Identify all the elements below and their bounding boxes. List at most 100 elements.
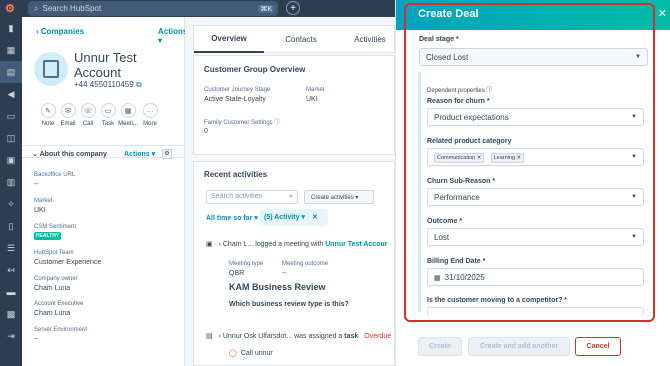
bookmark-icon[interactable]: ▮: [0, 17, 22, 39]
quick-action-note[interactable]: ✎ Note: [38, 103, 58, 127]
deal-stage-label: Deal stage *: [419, 36, 459, 43]
gear-icon[interactable]: ⚙: [162, 149, 172, 159]
grid-icon[interactable]: ▦: [0, 39, 22, 61]
churn-reason-select[interactable]: Product expectations ▼: [427, 108, 644, 126]
family-settings-label: Family Customer Settings ⓘ: [204, 120, 281, 126]
quick-action-email[interactable]: ✉ Email: [58, 103, 78, 127]
about-section-header[interactable]: ⌄ About this company Actions ▾ ⚙: [22, 145, 184, 159]
chevron-down-icon: ▼: [631, 194, 637, 200]
prop-label: Account Executive: [34, 301, 84, 307]
reports-icon[interactable]: ▥: [0, 171, 22, 193]
search-icon: ⌕: [289, 193, 293, 200]
hubspot-logo-icon[interactable]: ⚙: [5, 2, 15, 15]
category-tag[interactable]: Learning ✕: [490, 153, 525, 163]
about-section-title: ⌄ About this company: [32, 151, 107, 158]
record-actions-button[interactable]: Actions ▾: [158, 27, 187, 45]
market-label: Market: [306, 87, 325, 93]
competitor-select[interactable]: [427, 307, 644, 316]
task-icon: ▭: [100, 103, 116, 118]
more-icon: …: [142, 103, 158, 118]
prop-value[interactable]: Customer Experience: [34, 259, 101, 266]
prop-value[interactable]: Cham Luna: [34, 285, 70, 292]
prop-value[interactable]: Cham Luna: [34, 310, 70, 317]
recent-activities-card: Recent activities Search activities ⌕ Cr…: [193, 161, 395, 366]
create-activities-button[interactable]: Create activities ▾: [304, 190, 374, 204]
churn-subreason-label: Churn Sub-Reason *: [427, 178, 496, 185]
checkbox-circle-icon[interactable]: ◯: [229, 350, 237, 357]
quick-action-task[interactable]: ▭ Task: [98, 103, 118, 127]
time-filter[interactable]: All time so far ▾: [206, 214, 258, 222]
chevron-right-icon[interactable]: ›: [219, 333, 221, 340]
meeting-type-value[interactable]: QBR: [229, 270, 244, 277]
create-and-add-another-button[interactable]: Create and add another: [468, 337, 570, 356]
expand-icon[interactable]: ⇥: [0, 325, 22, 347]
task-icon: ▤: [206, 333, 213, 340]
help-icon[interactable]: ▬: [0, 281, 22, 303]
marketplace-icon[interactable]: ▩: [0, 303, 22, 325]
megaphone-icon[interactable]: ◀: [0, 83, 22, 105]
quick-action-meeting[interactable]: ▦ Meeti...: [118, 103, 138, 127]
back-to-companies-link[interactable]: ‹ Companies: [36, 27, 84, 36]
quick-action-more[interactable]: … More: [140, 103, 160, 127]
create-new-icon[interactable]: +: [286, 1, 300, 15]
create-button[interactable]: Create: [418, 337, 462, 356]
churn-subreason-select[interactable]: Performance ▼: [427, 188, 644, 206]
product-category-select[interactable]: Communication ✕ Learning ✕ ▼: [427, 148, 644, 166]
task-title[interactable]: ◯ Call unnur: [229, 349, 273, 357]
tab-contacts[interactable]: Contacts: [266, 26, 336, 53]
about-actions-button[interactable]: Actions ▾: [124, 150, 155, 158]
cancel-button[interactable]: Cancel: [575, 337, 621, 356]
collapse-icon[interactable]: ↤: [0, 259, 22, 281]
chevron-right-icon[interactable]: ›: [219, 241, 221, 248]
info-icon[interactable]: ⓘ: [274, 120, 280, 126]
record-tabs: Overview Contacts Activities: [193, 25, 395, 53]
library-icon[interactable]: ▯: [0, 215, 22, 237]
global-search-input[interactable]: ⌕ Search HubSpot ⌘K: [28, 1, 278, 16]
phone-icon: ☏: [80, 103, 96, 118]
customer-group-overview-card: Customer Group Overview Customer Journey…: [193, 55, 395, 155]
meeting-outcome-value[interactable]: --: [282, 270, 287, 277]
company-name[interactable]: Unnur Test Account: [74, 50, 174, 80]
category-tag[interactable]: Communication ✕: [434, 153, 485, 163]
card-title: Recent activities: [204, 170, 268, 179]
prop-value[interactable]: UKI: [34, 207, 46, 214]
search-placeholder: Search HubSpot: [42, 4, 102, 13]
meeting-question: Which business review type is this?: [229, 301, 349, 308]
churn-reason-label: Reason for churn *: [427, 98, 490, 105]
activity-item-task[interactable]: ▤ › Unnur Osk Ulfarsdot... was assigned …: [206, 332, 396, 340]
product-category-label: Related product category: [427, 138, 512, 145]
copy-icon[interactable]: ⧉: [136, 80, 142, 89]
settings-icon[interactable]: ☰: [0, 237, 22, 259]
info-icon[interactable]: ⓘ: [486, 88, 492, 94]
note-icon: ✎: [40, 103, 56, 118]
contacts-icon[interactable]: ▤: [0, 61, 22, 83]
close-icon[interactable]: ✕: [658, 7, 667, 20]
deal-stage-select[interactable]: Closed Lost ▼: [419, 48, 648, 66]
billing-end-date-input[interactable]: ▦ 31/10/2025: [427, 268, 644, 286]
family-settings-value[interactable]: 0: [204, 128, 208, 135]
company-phone[interactable]: +44 4550110459 ⧉: [74, 80, 142, 90]
sidebar-nav: ▮ ▦ ▤ ◀ ▭ ◫ ▣ ▥ ✧ ▯ ☰ ↤ ▬ ▩ ⇥: [0, 17, 22, 366]
chevron-down-icon: ▼: [631, 154, 637, 160]
activity-item-meeting[interactable]: ▣ › Cham L... logged a meeting with Unnu…: [206, 240, 396, 248]
commerce-icon[interactable]: ▣: [0, 149, 22, 171]
close-icon[interactable]: ✕: [312, 214, 318, 221]
tab-activities[interactable]: Activities: [340, 26, 400, 53]
record-main: Overview Contacts Activities Customer Gr…: [185, 17, 395, 366]
status-badge[interactable]: HEALTHY: [34, 232, 62, 240]
outcome-select[interactable]: Lost ▼: [427, 228, 644, 246]
database-icon[interactable]: ◫: [0, 127, 22, 149]
company-avatar: [34, 52, 68, 86]
tab-overview[interactable]: Overview: [194, 26, 264, 53]
journey-stage-value[interactable]: Active State-Loyalty: [204, 96, 266, 103]
activity-filter-chip[interactable]: (5) Activity ▾ ✕: [260, 209, 328, 226]
quick-action-call[interactable]: ☏ Call: [78, 103, 98, 127]
market-value[interactable]: UKI: [306, 96, 318, 103]
prop-value[interactable]: --: [34, 336, 39, 343]
prop-label: Market: [34, 198, 53, 204]
prop-value[interactable]: --: [34, 181, 39, 188]
chevron-down-icon: ▼: [635, 54, 641, 60]
activity-search-input[interactable]: Search activities ⌕: [206, 190, 298, 204]
documents-icon[interactable]: ▭: [0, 105, 22, 127]
automation-icon[interactable]: ✧: [0, 193, 22, 215]
